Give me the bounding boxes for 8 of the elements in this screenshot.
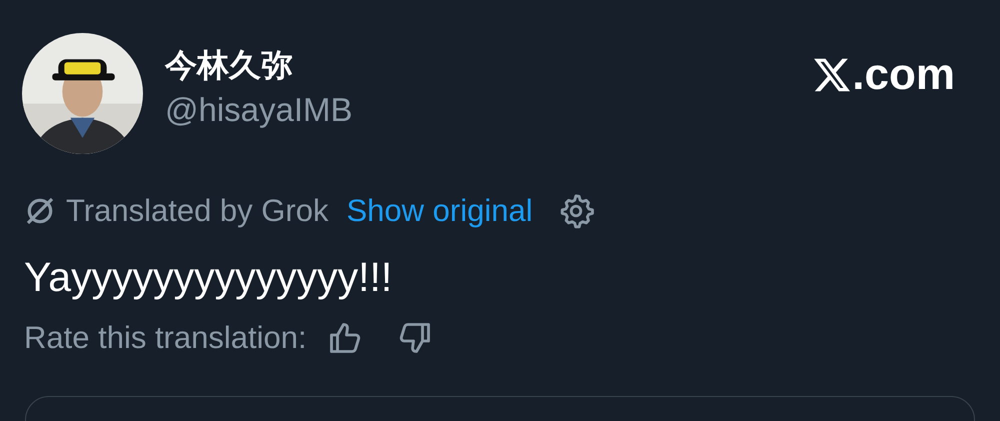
translation-label: Translated by Grok [66, 193, 328, 229]
display-name[interactable]: 今林久弥 [165, 43, 353, 87]
show-original-link[interactable]: Show original [346, 193, 533, 229]
rating-label: Rate this translation: [24, 320, 307, 356]
slashed-circle-icon [24, 195, 56, 227]
post-text: Yayyyyyyyyyyyyyy!!! [24, 253, 394, 302]
user-handle[interactable]: @hisayaIMB [165, 87, 353, 133]
brand-domain: .com [852, 51, 955, 99]
